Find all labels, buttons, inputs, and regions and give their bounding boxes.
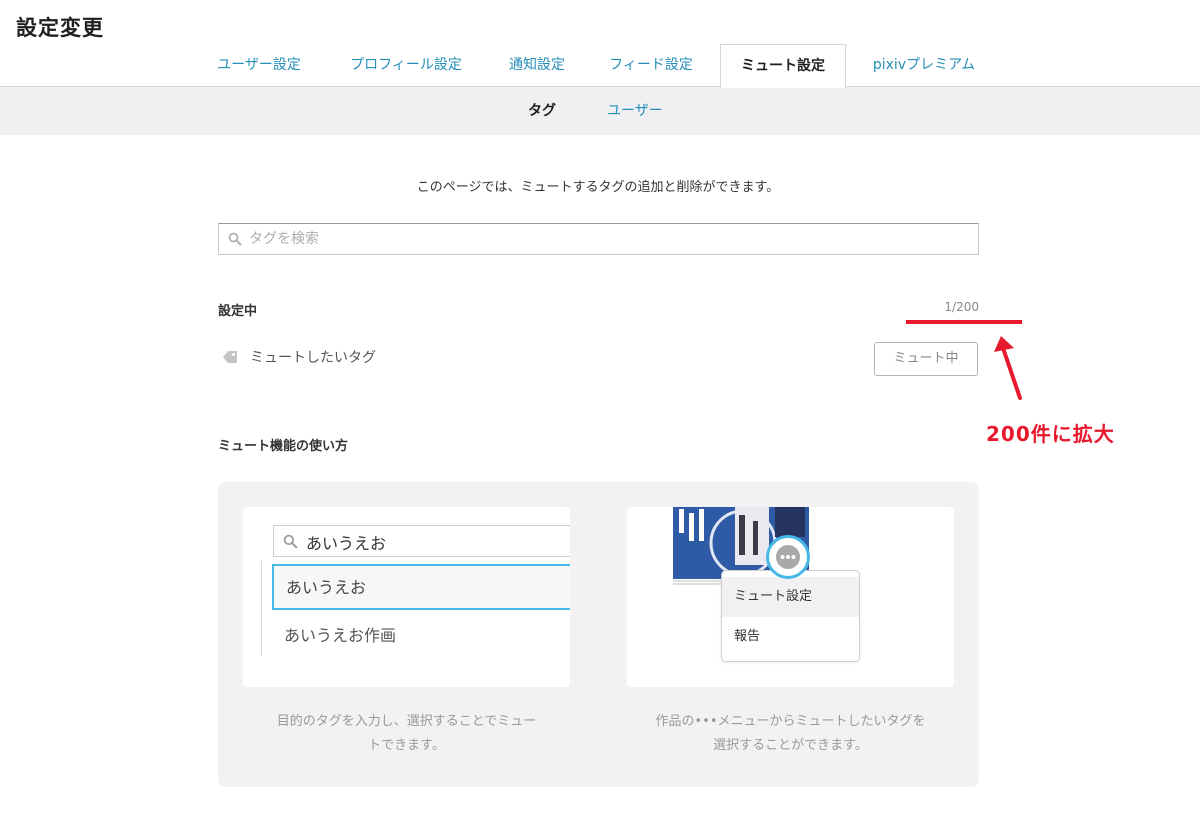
search-icon [228,232,242,246]
subtab-users[interactable]: ユーザー [607,87,663,135]
page-title: 設定変更 [16,16,104,40]
page-description: このページでは、ミュートするタグの追加と削除ができます。 [416,180,780,195]
muted-tag-name: ミュートしたいタグ [250,350,376,366]
muted-toggle-button[interactable]: ミュート中 [874,342,978,376]
tab-user-settings[interactable]: ユーザー設定 [200,44,318,87]
demo-suggestion-list: あいうえお あいうえお作画 [261,561,570,656]
tag-search-box[interactable] [218,223,979,255]
tab-mute-settings[interactable]: ミュート設定 [720,44,846,88]
howto-caption-menu: 作品の•••メニューからミュートしたいタグを 選択することができます。 [627,710,954,758]
demo-menu-report: 報告 [734,629,761,644]
caption-line: トできます。 [368,738,445,753]
howto-section-label: ミュート機能の使い方 [218,439,349,454]
tab-pixiv-premium[interactable]: pixivプレミアム [858,44,990,87]
main-tabs: ユーザー設定 プロフィール設定 通知設定 フィード設定 ミュート設定 pixiv… [0,44,1200,88]
annotation-arrow [994,336,1022,400]
sub-navigation: タグ ユーザー [0,86,1200,135]
search-icon [283,534,298,549]
howto-caption-search: 目的のタグを入力し、選択することでミュー トできます。 [243,710,570,758]
count-underline-annotation [906,320,1022,324]
active-section-label: 設定中 [218,304,258,319]
howto-card-search: あいうえお あいうえお あいうえお作画 [243,507,570,687]
demo-search-field: あいうえお [273,525,570,557]
demo-suggestion: あいうえお作画 [284,626,397,645]
annotation-text: 200件に拡大 [986,422,1115,446]
demo-menu-mute-settings: ミュート設定 [722,577,859,617]
tab-profile-settings[interactable]: プロフィール設定 [330,44,482,87]
demo-suggestion-selected: あいうえお [272,564,570,610]
mute-count: 1/200 [944,300,979,314]
tag-search-input[interactable] [249,224,969,254]
caption-line: 作品の•••メニューからミュートしたいタグを [655,714,926,729]
caption-line: 選択することができます。 [713,738,868,753]
caption-line: 目的のタグを入力し、選択することでミュー [276,714,537,729]
more-dots-icon [776,545,800,569]
subtab-tags[interactable]: タグ [528,87,556,135]
tab-feed-settings[interactable]: フィード設定 [592,44,710,87]
muted-tag-row: ミュートしたいタグ [222,347,376,367]
tab-notification-settings[interactable]: 通知設定 [494,44,580,87]
more-menu-button [766,535,810,579]
tag-icon [223,351,237,363]
demo-search-text: あいうえお [306,534,387,553]
demo-context-menu: ミュート設定 報告 [721,570,860,662]
howto-box: あいうえお あいうえお あいうえお作画 目的のタグを入力し、選択することでミュー… [218,482,979,787]
howto-card-menu: ミュート設定 報告 [627,507,954,687]
